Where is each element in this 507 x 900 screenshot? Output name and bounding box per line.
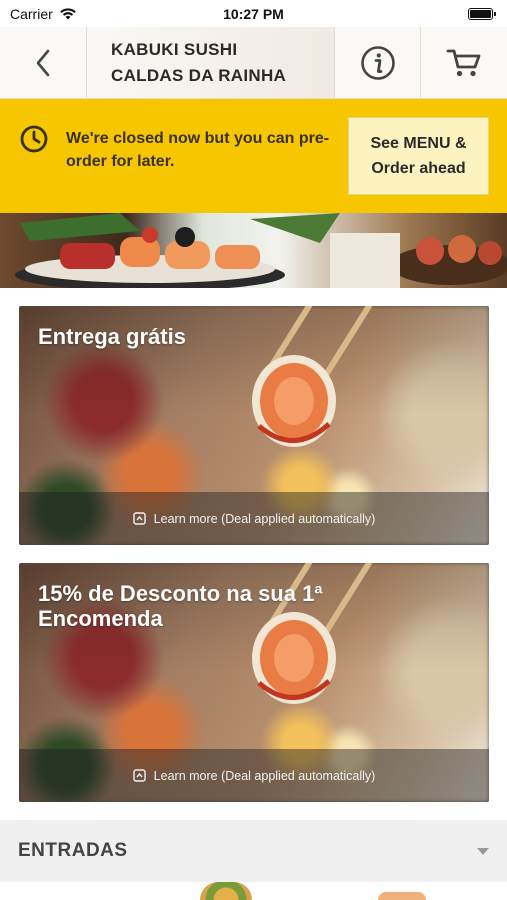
- see-menu-order-ahead-button[interactable]: See MENU & Order ahead: [348, 117, 489, 195]
- restaurant-hero-image: [0, 213, 507, 288]
- battery-icon: [468, 7, 496, 20]
- deal-title: 15% de Desconto na sua 1ª Encomenda: [38, 581, 323, 631]
- deal-learn-more[interactable]: Learn more (Deal applied automatically): [19, 749, 489, 802]
- status-left: Carrier: [10, 6, 77, 22]
- restaurant-location: CALDAS DA RAINHA: [111, 66, 287, 85]
- back-button[interactable]: [0, 27, 87, 98]
- chevron-left-icon: [36, 49, 50, 76]
- restaurant-name: KABUKI SUSHI: [111, 40, 238, 59]
- caret-down-icon: [477, 847, 489, 855]
- deal-card[interactable]: Entrega grátis Learn more (Deal applied …: [19, 306, 489, 545]
- deal-title: Entrega grátis: [38, 324, 186, 349]
- dish-image: [200, 882, 252, 900]
- wifi-icon: [59, 8, 76, 20]
- expand-icon: [132, 512, 146, 525]
- deal-card[interactable]: 15% de Desconto na sua 1ª Encomenda Lear…: [19, 563, 489, 802]
- deal-learn-more[interactable]: Learn more (Deal applied automatically): [19, 492, 489, 545]
- restaurant-title: KABUKI SUSHI CALDAS DA RAINHA: [87, 27, 335, 98]
- restaurant-header: KABUKI SUSHI CALDAS DA RAINHA: [0, 27, 507, 99]
- carrier-label: Carrier: [10, 5, 53, 22]
- info-icon: [360, 45, 395, 80]
- expand-icon: [132, 769, 146, 782]
- dish-image: [378, 892, 426, 900]
- closed-banner: We're closed now but you can pre-order f…: [0, 99, 507, 213]
- deal-footer-text: Learn more (Deal applied automatically): [153, 511, 376, 526]
- menu-item-preview: [0, 882, 507, 900]
- food-photo: [15, 213, 507, 288]
- clock-icon: [20, 125, 48, 153]
- closed-message: We're closed now but you can pre-order f…: [66, 130, 330, 170]
- cart-icon: [446, 49, 481, 76]
- status-bar: Carrier 10:27 PM: [0, 0, 507, 27]
- category-label: ENTRADAS: [18, 840, 128, 861]
- deal-footer-text: Learn more (Deal applied automatically): [153, 768, 376, 783]
- cart-button[interactable]: [421, 27, 507, 98]
- category-header-entradas[interactable]: ENTRADAS: [0, 820, 507, 882]
- info-button[interactable]: [335, 27, 421, 98]
